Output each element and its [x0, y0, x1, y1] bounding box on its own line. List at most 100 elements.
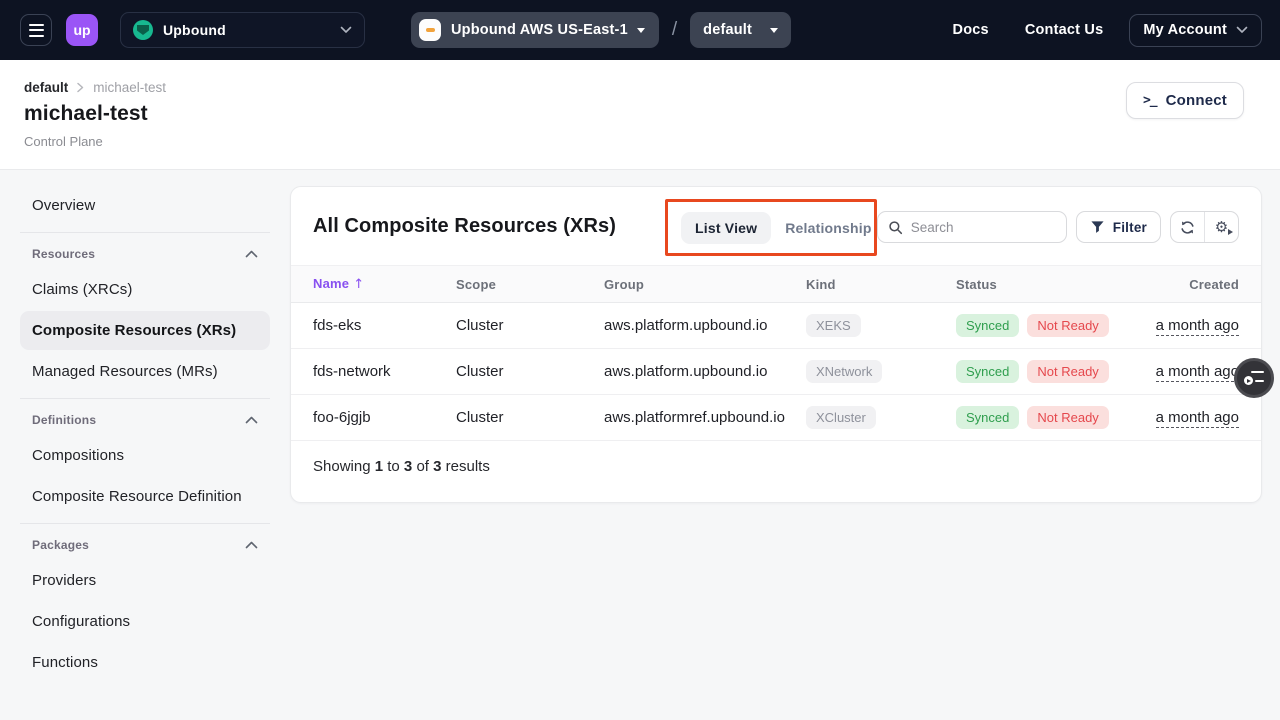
column-header-created[interactable]: Created [1141, 277, 1239, 292]
sidebar-section-resources[interactable]: Resources [20, 240, 270, 268]
sidebar-item-managed-resources[interactable]: Managed Resources (MRs) [20, 352, 270, 391]
navbar-links: Docs Contact Us My Account [917, 14, 1262, 47]
resource-group: aws.platform.upbound.io [604, 363, 806, 380]
panel-title: All Composite Resources (XRs) [313, 215, 616, 238]
page-header: default michael-test michael-test Contro… [0, 60, 1280, 170]
sidebar-section-packages[interactable]: Packages [20, 531, 270, 559]
results-summary: Showing 1 to 3 of 3 results [291, 441, 1261, 492]
created-timestamp: a month ago [1156, 317, 1239, 336]
status-badge-synced: Synced [956, 314, 1019, 337]
sidebar-item-compositions[interactable]: Compositions [20, 436, 270, 475]
organization-name: Upbound [163, 22, 226, 38]
connect-label: Connect [1166, 92, 1227, 109]
list-view-tab[interactable]: List View [681, 212, 771, 244]
filter-button[interactable]: Filter [1076, 211, 1161, 243]
status-badge-synced: Synced [956, 406, 1019, 429]
status-badge-not-ready: Not Ready [1027, 406, 1108, 429]
docs-link[interactable]: Docs [953, 22, 989, 38]
caret-down-icon [637, 28, 645, 33]
logo-text: up [73, 22, 90, 38]
breadcrumb-root[interactable]: default [24, 80, 68, 95]
breadcrumb-current: michael-test [93, 80, 166, 95]
breadcrumb-slash: / [672, 19, 677, 41]
sidebar-divider [20, 232, 270, 233]
resource-group: aws.platform.upbound.io [604, 317, 806, 334]
chevron-up-icon [245, 416, 258, 424]
chevron-right-icon [76, 82, 85, 93]
organization-switcher[interactable]: Upbound [120, 12, 365, 48]
contact-us-link[interactable]: Contact Us [1025, 22, 1104, 38]
results-to: 3 [404, 458, 412, 475]
gear-icon: ⚙ [1215, 220, 1228, 235]
refresh-button[interactable] [1171, 212, 1204, 242]
sidebar-divider [20, 523, 270, 524]
sidebar-section-definitions[interactable]: Definitions [20, 406, 270, 434]
sidebar-item-functions[interactable]: Functions [20, 643, 270, 682]
control-plane-icon [419, 19, 441, 41]
sidebar-item-configurations[interactable]: Configurations [20, 602, 270, 641]
panel-controls: Filter ⚙ [877, 211, 1239, 243]
feedback-form-icon [1244, 371, 1264, 386]
column-header-group[interactable]: Group [604, 277, 806, 292]
resource-group: aws.platformref.upbound.io [604, 409, 806, 426]
created-timestamp: a month ago [1156, 363, 1239, 382]
resource-name[interactable]: foo-6jgjb [313, 409, 456, 426]
column-header-name[interactable]: Name↑ [313, 276, 456, 292]
page-title: michael-test [24, 102, 1262, 126]
column-header-status[interactable]: Status [956, 277, 1141, 292]
auto-refresh-settings-button[interactable]: ⚙ [1205, 212, 1238, 242]
my-account-label: My Account [1143, 22, 1227, 38]
status-badge-synced: Synced [956, 360, 1019, 383]
sidebar-item-overview[interactable]: Overview [20, 186, 270, 225]
upbound-logo[interactable]: up [66, 14, 98, 46]
sidebar-divider [20, 398, 270, 399]
resource-name[interactable]: fds-eks [313, 317, 456, 334]
search-field[interactable] [877, 211, 1067, 243]
chevron-down-icon [1236, 26, 1248, 34]
sidebar: Overview Resources Claims (XRCs) Composi… [20, 186, 270, 684]
resource-scope: Cluster [456, 409, 604, 426]
my-account-menu[interactable]: My Account [1129, 14, 1262, 47]
table-row[interactable]: fds-network Cluster aws.platform.upbound… [291, 349, 1261, 395]
group-switcher[interactable]: default [690, 12, 791, 48]
kind-badge: XNetwork [806, 360, 882, 383]
table-row[interactable]: fds-eks Cluster aws.platform.upbound.io … [291, 303, 1261, 349]
terminal-icon: >_ [1143, 93, 1157, 108]
filter-label: Filter [1113, 220, 1147, 235]
section-label: Definitions [32, 413, 96, 427]
status-badge-not-ready: Not Ready [1027, 360, 1108, 383]
kind-badge: XCluster [806, 406, 876, 429]
table-row[interactable]: foo-6jgjb Cluster aws.platformref.upboun… [291, 395, 1261, 441]
resource-scope: Cluster [456, 363, 604, 380]
refresh-icon [1179, 219, 1196, 236]
search-input[interactable] [911, 220, 1051, 235]
refresh-controls: ⚙ [1170, 211, 1239, 243]
results-from: 1 [375, 458, 383, 475]
group-name: default [703, 22, 752, 38]
sidebar-item-composite-resource-definition[interactable]: Composite Resource Definition [20, 477, 270, 516]
chevron-up-icon [245, 541, 258, 549]
panel-header: All Composite Resources (XRs) List View … [291, 187, 1261, 265]
sidebar-item-providers[interactable]: Providers [20, 561, 270, 600]
page-subtitle: Control Plane [24, 134, 1262, 149]
results-total: 3 [433, 458, 441, 475]
status-badge-not-ready: Not Ready [1027, 314, 1108, 337]
hamburger-icon [29, 24, 44, 26]
sidebar-item-composite-resources[interactable]: Composite Resources (XRs) [20, 311, 270, 350]
column-header-scope[interactable]: Scope [456, 277, 604, 292]
filter-funnel-icon [1090, 220, 1105, 234]
hamburger-menu-button[interactable] [20, 14, 52, 46]
created-timestamp: a month ago [1156, 409, 1239, 428]
feedback-widget-button[interactable] [1234, 358, 1274, 398]
chevron-up-icon [245, 250, 258, 258]
top-navbar: up Upbound Upbound AWS US-East-1 / defau… [0, 0, 1280, 60]
table-header-row: Name↑ Scope Group Kind Status Created [291, 265, 1261, 303]
resource-name[interactable]: fds-network [313, 363, 456, 380]
kind-badge: XEKS [806, 314, 861, 337]
composite-resources-panel: All Composite Resources (XRs) List View … [290, 186, 1262, 503]
column-header-kind[interactable]: Kind [806, 277, 956, 292]
connect-button[interactable]: >_ Connect [1126, 82, 1244, 119]
control-plane-switcher[interactable]: Upbound AWS US-East-1 [411, 12, 659, 48]
breadcrumb: default michael-test [24, 80, 1262, 95]
sidebar-item-claims[interactable]: Claims (XRCs) [20, 270, 270, 309]
